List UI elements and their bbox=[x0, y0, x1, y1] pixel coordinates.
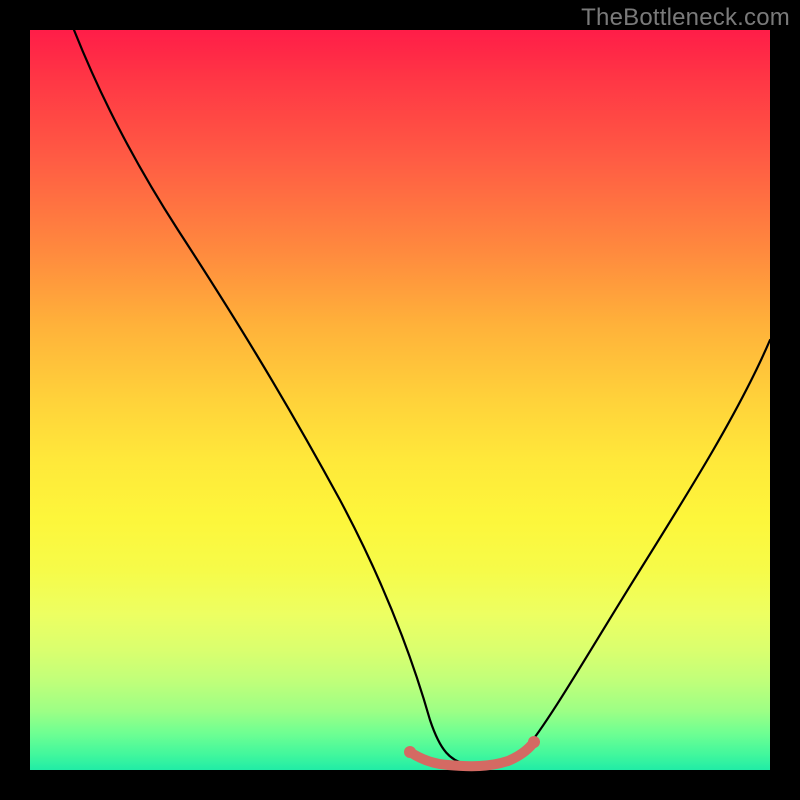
chart-overlay bbox=[30, 30, 770, 770]
watermark-text: TheBottleneck.com bbox=[581, 4, 790, 32]
valley-dot-left bbox=[404, 746, 416, 758]
valley-highlight bbox=[410, 742, 534, 766]
valley-dot-right bbox=[528, 736, 540, 748]
chart-frame: TheBottleneck.com bbox=[0, 0, 800, 800]
bottleneck-curve bbox=[74, 30, 770, 766]
